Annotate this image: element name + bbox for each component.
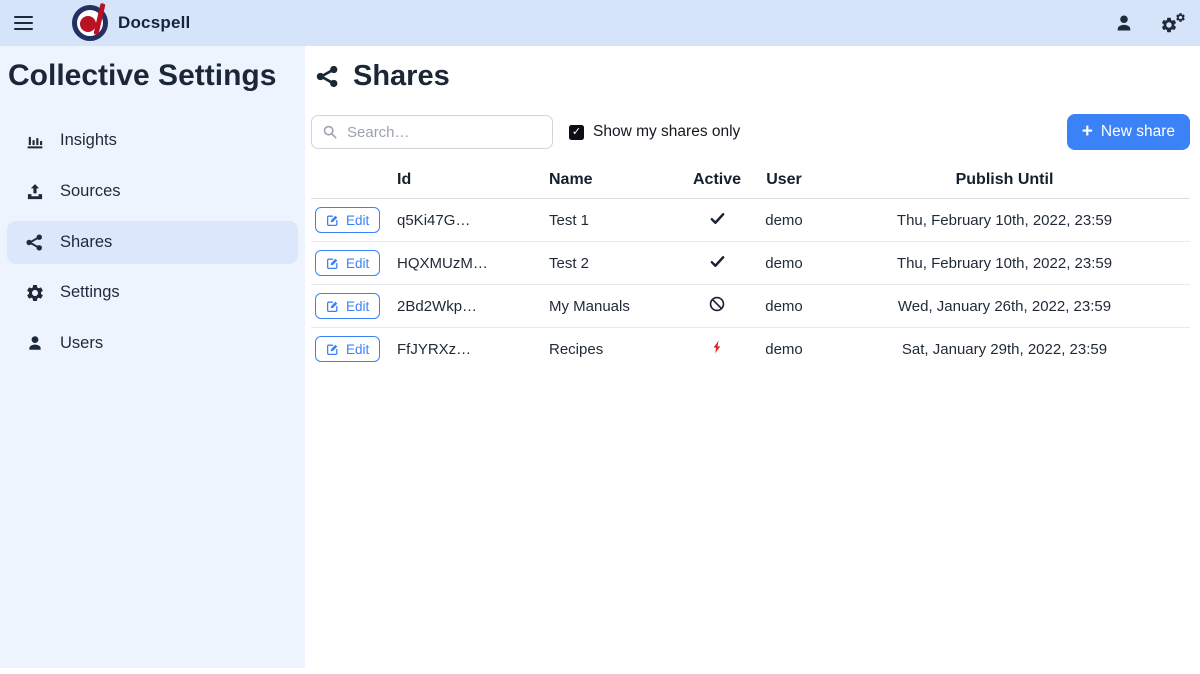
brand-name: Docspell xyxy=(118,13,190,33)
checkbox-checked-icon: ✓ xyxy=(569,125,584,140)
section-title: Shares xyxy=(353,60,450,93)
top-navbar: Docspell xyxy=(0,0,1200,46)
sidebar-item-settings[interactable]: Settings xyxy=(7,271,298,315)
docspell-logo-icon xyxy=(72,5,108,41)
edit-icon xyxy=(326,214,339,227)
column-header-id: Id xyxy=(393,167,545,199)
shares-table: Id Name Active User Publish Until Edit q… xyxy=(311,167,1190,370)
section-heading: Shares xyxy=(315,60,1190,93)
table-row: Edit HQXMUzM… Test 2 demo Thu, February … xyxy=(311,242,1190,285)
brand[interactable]: Docspell xyxy=(72,5,190,41)
sidebar-item-label: Insights xyxy=(60,131,117,150)
share-name: Test 1 xyxy=(545,199,685,242)
share-user: demo xyxy=(749,328,819,371)
edit-button[interactable]: Edit xyxy=(315,207,380,233)
main-content: Shares ✓ Show my shares only + New share… xyxy=(305,46,1200,674)
share-user: demo xyxy=(749,285,819,328)
user-icon xyxy=(1114,13,1134,33)
edit-button[interactable]: Edit xyxy=(315,293,380,319)
edit-button[interactable]: Edit xyxy=(315,336,380,362)
sidebar-item-users[interactable]: Users xyxy=(7,322,298,365)
column-header-edit xyxy=(311,167,393,199)
edit-icon xyxy=(326,343,339,356)
share-user: demo xyxy=(749,199,819,242)
search-box xyxy=(311,115,553,149)
new-share-label: New share xyxy=(1101,123,1175,141)
share-icon xyxy=(315,64,340,89)
table-header-row: Id Name Active User Publish Until xyxy=(311,167,1190,199)
share-name: Test 2 xyxy=(545,242,685,285)
ban-icon xyxy=(708,295,726,313)
gear-icon xyxy=(24,283,45,303)
sidebar-item-sources[interactable]: Sources xyxy=(7,170,298,214)
admin-settings-button[interactable] xyxy=(1160,12,1186,34)
sidebar: Collective Settings Insights Sources Sha… xyxy=(0,46,305,668)
chart-bar-icon xyxy=(24,131,45,151)
user-icon xyxy=(24,334,45,352)
sidebar-item-label: Sources xyxy=(60,182,121,201)
check-icon xyxy=(708,210,727,227)
share-id: HQXMUzM… xyxy=(393,242,545,285)
sidebar-item-shares[interactable]: Shares xyxy=(7,221,298,264)
share-publish-until: Thu, February 10th, 2022, 23:59 xyxy=(819,199,1190,242)
account-button[interactable] xyxy=(1114,13,1134,33)
column-header-user: User xyxy=(749,167,819,199)
page-title: Collective Settings xyxy=(8,58,298,93)
column-header-active: Active xyxy=(685,167,749,199)
sidebar-item-label: Settings xyxy=(60,283,120,302)
sidebar-item-insights[interactable]: Insights xyxy=(7,119,298,163)
search-input[interactable] xyxy=(347,124,542,141)
sidebar-item-label: Users xyxy=(60,334,103,353)
share-id: FfJYRXz… xyxy=(393,328,545,371)
share-icon xyxy=(24,233,45,252)
edit-icon xyxy=(326,300,339,313)
share-publish-until: Sat, January 29th, 2022, 23:59 xyxy=(819,328,1190,371)
gears-icon xyxy=(1160,12,1186,34)
share-name: Recipes xyxy=(545,328,685,371)
column-header-publish-until: Publish Until xyxy=(819,167,1190,199)
toolbar: ✓ Show my shares only + New share xyxy=(311,114,1190,150)
share-name: My Manuals xyxy=(545,285,685,328)
search-icon xyxy=(322,124,338,140)
plus-icon: + xyxy=(1082,122,1093,141)
sidebar-menu: Insights Sources Shares Settings Users xyxy=(7,115,298,368)
share-publish-until: Thu, February 10th, 2022, 23:59 xyxy=(819,242,1190,285)
upload-icon xyxy=(24,182,45,202)
checkbox-label: Show my shares only xyxy=(593,123,740,141)
show-my-shares-checkbox[interactable]: ✓ Show my shares only xyxy=(569,123,740,141)
share-user: demo xyxy=(749,242,819,285)
edit-button[interactable]: Edit xyxy=(315,250,380,276)
share-id: 2Bd2Wkp… xyxy=(393,285,545,328)
share-publish-until: Wed, January 26th, 2022, 23:59 xyxy=(819,285,1190,328)
sidebar-item-label: Shares xyxy=(60,233,112,252)
edit-icon xyxy=(326,257,339,270)
check-icon xyxy=(708,253,727,270)
bolt-icon xyxy=(710,338,725,356)
table-row: Edit q5Ki47G… Test 1 demo Thu, February … xyxy=(311,199,1190,242)
column-header-name: Name xyxy=(545,167,685,199)
table-row: Edit 2Bd2Wkp… My Manuals demo Wed, Janua… xyxy=(311,285,1190,328)
share-id: q5Ki47G… xyxy=(393,199,545,242)
table-row: Edit FfJYRXz… Recipes demo Sat, January … xyxy=(311,328,1190,371)
menu-toggle-button[interactable] xyxy=(14,9,42,37)
new-share-button[interactable]: + New share xyxy=(1067,114,1190,150)
